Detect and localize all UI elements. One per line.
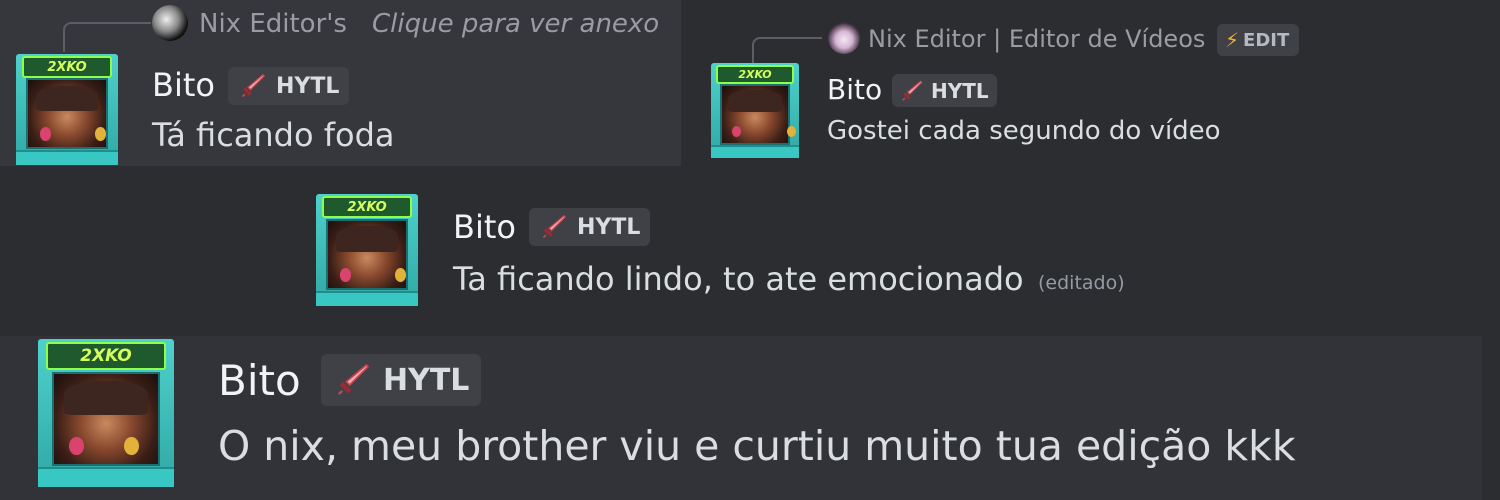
sword-icon [338,363,370,395]
edited-label: (editado) [1038,272,1125,294]
reply-author-name[interactable]: Nix Editor | Editor de Vídeos [868,25,1205,53]
role-tag[interactable]: HYTL [228,67,350,105]
message-author-name[interactable]: Bito [218,356,301,405]
message-author-name[interactable]: Bito [827,73,882,106]
reply-role-badge[interactable]: ⚡ EDIT [1217,24,1300,56]
user-avatar[interactable]: 2XKO [316,194,418,306]
message-author-name[interactable]: Bito [152,66,215,104]
message-panel-3: 2XKO Bito HYTL Ta ficando lindo, to ate … [0,166,1500,336]
sword-icon [241,73,266,98]
message-panel-1: Nix Editor's Clique para ver anexo 2XKO … [0,0,681,166]
role-tag-label: HYTL [383,362,470,398]
message-content: O nix, meu brother viu e curtiu muito tu… [218,422,1296,470]
reply-author-avatar[interactable] [828,22,860,54]
reply-role-badge-label: EDIT [1243,29,1290,51]
role-tag[interactable]: HYTL [321,354,482,406]
avatar-marquee: 2XKO [46,341,166,370]
reply-preview-text[interactable]: Clique para ver anexo [372,9,659,39]
user-avatar[interactable]: 2XKO [38,339,174,487]
sword-icon [902,80,923,101]
user-avatar[interactable]: 2XKO [16,54,118,165]
user-avatar[interactable]: 2XKO [711,63,799,158]
message-content: Ta ficando lindo, to ate emocionado [453,260,1024,298]
role-tag-label: HYTL [276,73,340,99]
panel-gutter [1482,336,1500,500]
role-tag-label: HYTL [931,78,989,103]
avatar-marquee: 2XKO [716,64,794,85]
reply-connector [63,22,151,52]
reply-author-avatar[interactable] [152,5,188,41]
sword-icon [542,214,567,239]
message-author-name[interactable]: Bito [453,208,516,246]
role-tag-label: HYTL [577,214,641,240]
message-panel-4: 2XKO Bito HYTL O nix, meu brother viu e … [0,336,1500,500]
role-tag[interactable]: HYTL [892,74,997,107]
avatar-marquee: 2XKO [322,196,412,219]
reply-author-name[interactable]: Nix Editor's [199,9,347,39]
message-panel-2: Nix Editor | Editor de Vídeos ⚡ EDIT 2XK… [681,0,1500,166]
lightning-icon: ⚡ [1225,28,1240,52]
avatar-marquee: 2XKO [22,56,112,78]
message-content: Tá ficando foda [152,116,395,154]
role-tag[interactable]: HYTL [529,208,651,246]
message-content: Gostei cada segundo do vídeo [827,116,1221,146]
